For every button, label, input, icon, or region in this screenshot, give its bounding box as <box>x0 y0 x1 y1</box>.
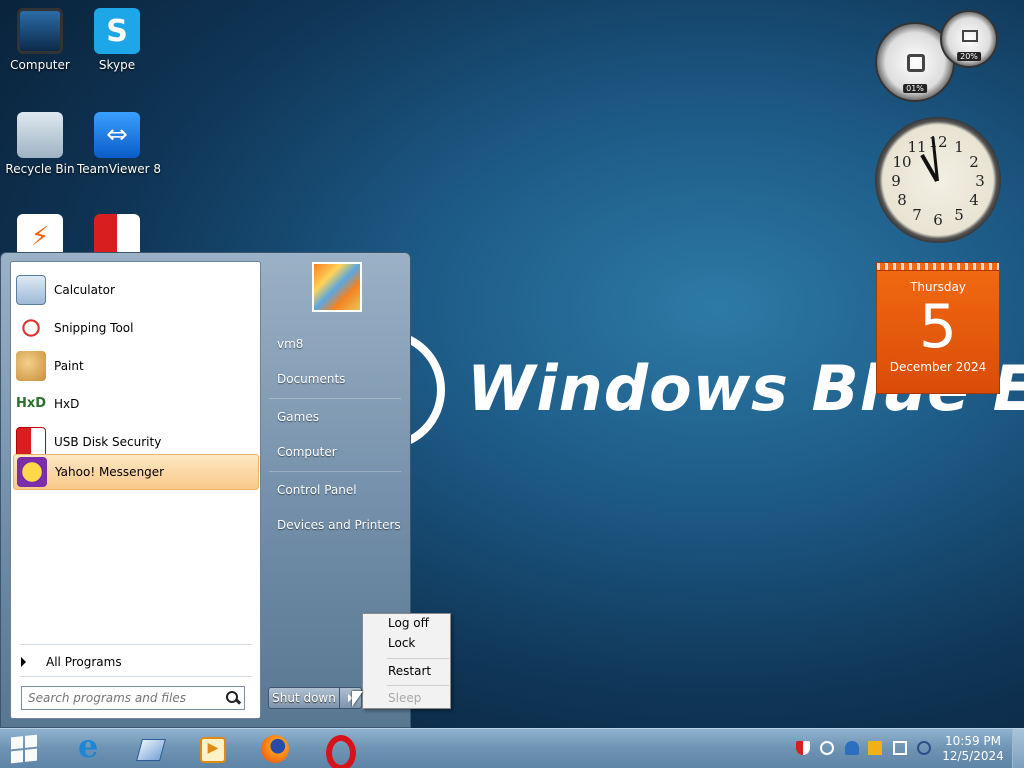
menu-separator <box>387 685 449 686</box>
usb-disk-security-icon <box>16 427 46 457</box>
right-separator <box>269 471 401 472</box>
start-item-documents[interactable]: Documents <box>267 365 403 393</box>
program-hxd[interactable]: HxD <box>13 386 259 422</box>
programs-separator <box>19 644 253 645</box>
home-tray-icon[interactable] <box>868 741 882 755</box>
clock-number: 8 <box>897 191 907 209</box>
program-calculator[interactable]: Calculator <box>13 272 259 308</box>
skype-icon <box>94 8 140 54</box>
chat-tray-icon[interactable] <box>820 741 834 755</box>
start-item-devices-and-printers[interactable]: Devices and Printers <box>267 511 403 539</box>
start-button[interactable] <box>8 733 42 765</box>
shutdown-button[interactable]: Shut down <box>268 687 340 709</box>
show-desktop-button[interactable] <box>1012 729 1024 768</box>
right-arrow-icon <box>21 657 26 667</box>
program-label: Calculator <box>54 283 115 297</box>
menu-item-restart[interactable]: Restart <box>388 664 431 678</box>
snipping-tool-icon <box>16 313 46 343</box>
paint-icon <box>16 351 46 381</box>
start-menu: Calculator Snipping Tool Paint HxD USB D… <box>0 252 411 728</box>
program-label: Paint <box>54 359 84 373</box>
desktop-icon-label: Computer <box>10 58 70 72</box>
memory-icon <box>962 30 978 42</box>
start-menu-programs-pane: Calculator Snipping Tool Paint HxD USB D… <box>10 261 261 719</box>
search-icon[interactable] <box>222 688 244 708</box>
chip-icon <box>907 54 925 72</box>
shield-tray-icon[interactable] <box>796 741 810 755</box>
shutdown-submenu: Log off Lock Restart Sleep <box>362 613 451 709</box>
desktop-icon-label: TeamViewer 8 <box>77 162 161 176</box>
box-app-icon[interactable] <box>134 733 168 765</box>
firefox-icon[interactable] <box>258 733 292 765</box>
hxd-icon <box>16 389 46 419</box>
memory-gauge: 20% <box>940 10 998 68</box>
computer-icon <box>17 8 63 54</box>
clock-gadget[interactable]: 12 1 2 3 4 5 6 7 8 9 10 11 <box>875 117 1001 243</box>
clock-number: 5 <box>954 206 964 224</box>
menu-item-lock[interactable]: Lock <box>388 636 415 650</box>
desktop-icon-label: Skype <box>98 58 136 72</box>
cloud-tray-icon[interactable] <box>845 741 859 755</box>
taskbar: 10:59 PM 12/5/2024 <box>0 727 1024 768</box>
start-search-input[interactable] <box>22 688 222 708</box>
internet-explorer-icon[interactable] <box>72 727 106 765</box>
menu-item-log-off[interactable]: Log off <box>388 616 429 630</box>
start-search-box <box>21 686 245 710</box>
cpu-value: 01% <box>903 84 927 93</box>
desktop-icon-teamviewer[interactable]: TeamViewer 8 <box>77 112 161 176</box>
media-player-icon[interactable] <box>195 733 229 765</box>
all-programs-label: All Programs <box>46 655 122 669</box>
clock-number: 6 <box>933 211 943 229</box>
clock-number: 11 <box>907 138 927 156</box>
memory-value: 20% <box>957 52 981 61</box>
start-item-games[interactable]: Games <box>267 403 403 431</box>
user-picture[interactable] <box>312 262 362 312</box>
clock-number: 9 <box>891 172 901 190</box>
program-paint[interactable]: Paint <box>13 348 259 384</box>
calendar-rings <box>877 263 999 271</box>
clock-number: 3 <box>975 172 985 190</box>
calendar-day: 5 <box>918 292 958 362</box>
desktop-icon-computer[interactable]: Computer <box>0 8 80 72</box>
tray-date: 12/5/2024 <box>942 749 1004 763</box>
teamviewer-icon <box>94 112 140 158</box>
teamviewer-tray-icon[interactable] <box>917 741 931 755</box>
program-label: HxD <box>54 397 80 411</box>
right-separator <box>269 398 401 399</box>
start-item-computer[interactable]: Computer <box>267 438 403 466</box>
opera-icon[interactable] <box>320 733 356 768</box>
calculator-icon <box>16 275 46 305</box>
menu-separator <box>387 658 449 659</box>
mouse-cursor-icon <box>352 691 363 707</box>
search-separator <box>19 676 253 677</box>
clock-number: 2 <box>969 153 979 171</box>
program-label: Yahoo! Messenger <box>55 465 165 479</box>
desktop-icon-label: Recycle Bin <box>5 162 75 176</box>
desktop-icon-recycle-bin[interactable]: Recycle Bin <box>0 112 80 176</box>
program-yahoo-messenger[interactable]: Yahoo! Messenger <box>13 454 259 490</box>
desktop-icon-skype[interactable]: Skype <box>77 8 157 72</box>
program-label: USB Disk Security <box>54 435 162 449</box>
all-programs-button[interactable]: All Programs <box>15 650 255 674</box>
tray-time: 10:59 PM <box>945 734 1001 748</box>
tray-clock[interactable]: 10:59 PM 12/5/2024 <box>940 734 1006 764</box>
start-item-control-panel[interactable]: Control Panel <box>267 476 403 504</box>
yahoo-messenger-icon <box>17 457 47 487</box>
program-snipping-tool[interactable]: Snipping Tool <box>13 310 259 346</box>
menu-item-sleep: Sleep <box>388 691 422 705</box>
start-item-user[interactable]: vm8 <box>267 330 403 358</box>
network-tray-icon[interactable] <box>893 741 907 755</box>
program-label: Snipping Tool <box>54 321 134 335</box>
calendar-gadget[interactable]: Thursday 5 December 2024 <box>876 262 1000 394</box>
recycle-bin-icon <box>17 112 63 158</box>
calendar-month-year: December 2024 <box>889 360 987 374</box>
